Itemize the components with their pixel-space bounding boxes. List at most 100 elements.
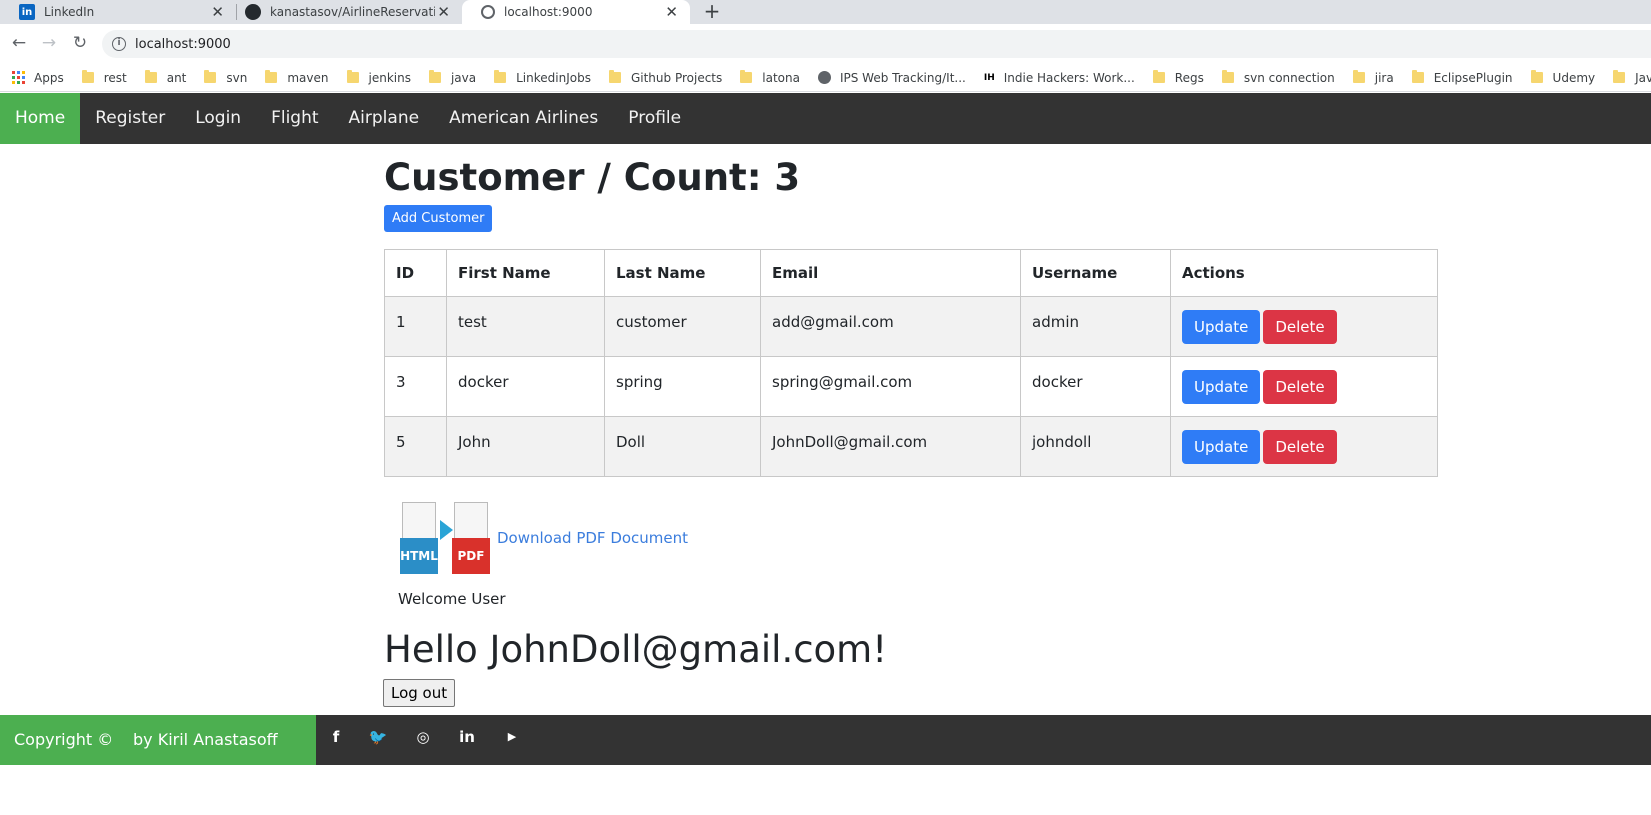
bookmark-folder[interactable]: LinkedinJobs: [494, 70, 591, 85]
update-button[interactable]: Update: [1182, 430, 1261, 464]
bookmark-folder[interactable]: java: [428, 70, 477, 85]
back-arrow-icon[interactable]: ←: [8, 32, 30, 54]
bookmark-label: latona: [762, 70, 800, 85]
bookmark-folder[interactable]: jira: [1352, 70, 1394, 85]
nav-airplane[interactable]: Airplane: [334, 93, 435, 144]
bookmark-folder[interactable]: Regs: [1152, 70, 1204, 85]
cell-email: add@gmail.com: [760, 296, 1021, 357]
page-title: Customer / Count: 3: [384, 156, 801, 199]
globe-icon: [817, 71, 831, 84]
forward-arrow-icon[interactable]: →: [38, 32, 60, 54]
cell-actions: Update Delete: [1170, 356, 1438, 417]
column-header-first-name: First Name: [446, 249, 605, 297]
folder-icon: [204, 70, 217, 83]
update-button[interactable]: Update: [1182, 370, 1261, 404]
cell-last-name: spring: [604, 356, 761, 417]
html-badge: HTML: [400, 538, 438, 574]
tab-linkedin[interactable]: in LinkedIn ✕: [0, 0, 236, 24]
tab-label: LinkedIn: [44, 5, 95, 19]
reload-icon[interactable]: ↻: [69, 32, 91, 54]
column-header-last-name: Last Name: [604, 249, 761, 297]
linkedin-icon[interactable]: in: [457, 715, 477, 765]
info-icon[interactable]: i: [112, 37, 126, 51]
delete-button[interactable]: Delete: [1263, 430, 1337, 464]
address-bar[interactable]: i localhost:9000: [102, 30, 1651, 58]
welcome-text: Welcome User: [398, 590, 506, 608]
tab-github[interactable]: kanastasov/AirlineReservationSys ✕: [226, 0, 462, 24]
bookmark-label: svn: [226, 70, 248, 85]
delete-button[interactable]: Delete: [1263, 370, 1337, 404]
bookmark-label: LinkedinJobs: [516, 70, 591, 85]
bookmark-link[interactable]: IPS Web Tracking/It...: [817, 71, 966, 85]
author-text: by Kiril Anastasoff 2020: [133, 730, 278, 799]
github-icon: [245, 4, 261, 20]
folder-icon: [428, 70, 441, 83]
folder-icon: [740, 70, 753, 83]
folder-icon: [1613, 70, 1626, 83]
bookmark-label: Github Projects: [630, 70, 723, 85]
delete-button[interactable]: Delete: [1263, 310, 1337, 344]
bookmark-label: Udemy: [1552, 70, 1596, 85]
indie-hackers-icon: IH: [983, 72, 995, 83]
cell-first-name: test: [446, 296, 605, 357]
update-button[interactable]: Update: [1182, 310, 1261, 344]
folder-icon: [81, 70, 94, 83]
cell-id: 5: [384, 416, 447, 477]
bookmark-folder[interactable]: Java projects: [1613, 70, 1651, 85]
bookmark-label: jenkins: [368, 70, 411, 85]
nav-american-airlines[interactable]: American Airlines: [434, 93, 613, 144]
cell-last-name: Doll: [604, 416, 761, 477]
close-icon[interactable]: ✕: [665, 3, 678, 21]
folder-icon: [1530, 70, 1543, 83]
nav-profile[interactable]: Profile: [613, 93, 696, 144]
bookmark-label: java: [450, 70, 477, 85]
url-text: localhost:9000: [135, 36, 231, 52]
bookmark-label: svn connection: [1243, 70, 1335, 85]
twitter-icon[interactable]: 🐦: [368, 715, 388, 765]
column-header-id: ID: [384, 249, 447, 297]
tab-localhost[interactable]: localhost:9000 ✕: [462, 0, 690, 24]
youtube-icon[interactable]: ▶: [502, 715, 522, 765]
nav-register[interactable]: Register: [80, 93, 180, 144]
folder-icon: [265, 70, 278, 83]
nav-flight[interactable]: Flight: [256, 93, 333, 144]
bookmark-folder[interactable]: svn connection: [1221, 70, 1335, 85]
browser-toolbar: ← → ↻ i localhost:9000: [0, 24, 1651, 64]
bookmark-folder[interactable]: rest: [81, 70, 127, 85]
nav-home[interactable]: Home: [0, 93, 81, 144]
bookmark-apps[interactable]: Apps: [12, 71, 64, 85]
bookmark-folder[interactable]: ant: [144, 70, 186, 85]
nav-login[interactable]: Login: [180, 93, 256, 144]
cell-username: admin: [1020, 296, 1171, 357]
cell-first-name: John: [446, 416, 605, 477]
bookmark-folder[interactable]: Github Projects: [608, 70, 723, 85]
folder-icon: [608, 70, 621, 83]
facebook-icon[interactable]: f: [326, 715, 346, 765]
add-customer-button[interactable]: Add Customer: [384, 205, 493, 232]
globe-icon: [481, 5, 495, 19]
bookmark-label: Apps: [34, 70, 64, 85]
folder-icon: [1221, 70, 1234, 83]
main-content: Customer / Count: 3 Add Customer ID Firs…: [384, 144, 1438, 477]
close-icon[interactable]: ✕: [437, 3, 450, 21]
tab-strip: in LinkedIn ✕ kanastasov/AirlineReservat…: [0, 0, 1651, 24]
folder-icon: [346, 70, 359, 83]
bookmark-folder[interactable]: svn: [204, 70, 248, 85]
bookmark-folder[interactable]: Udemy: [1530, 70, 1596, 85]
instagram-icon[interactable]: ◎: [413, 715, 433, 765]
download-pdf-link[interactable]: Download PDF Document: [497, 529, 688, 547]
bookmark-folder[interactable]: EclipsePlugin: [1411, 70, 1513, 85]
folder-icon: [494, 70, 507, 83]
table-row: 5 John Doll JohnDoll@gmail.com johndoll …: [384, 416, 1438, 477]
new-tab-button[interactable]: +: [702, 0, 722, 24]
logout-button[interactable]: Log out: [383, 679, 456, 707]
close-icon[interactable]: ✕: [211, 3, 224, 21]
bookmark-folder[interactable]: latona: [740, 70, 800, 85]
bookmark-folder[interactable]: maven: [265, 70, 329, 85]
bookmark-label: EclipsePlugin: [1433, 70, 1513, 85]
folder-icon: [1352, 70, 1365, 83]
bookmark-folder[interactable]: jenkins: [346, 70, 411, 85]
footer-copyright-box: Copyright © by Kiril Anastasoff 2020: [0, 715, 316, 799]
bookmark-link[interactable]: IH Indie Hackers: Work...: [984, 71, 1135, 85]
pdf-badge: PDF: [452, 538, 490, 574]
